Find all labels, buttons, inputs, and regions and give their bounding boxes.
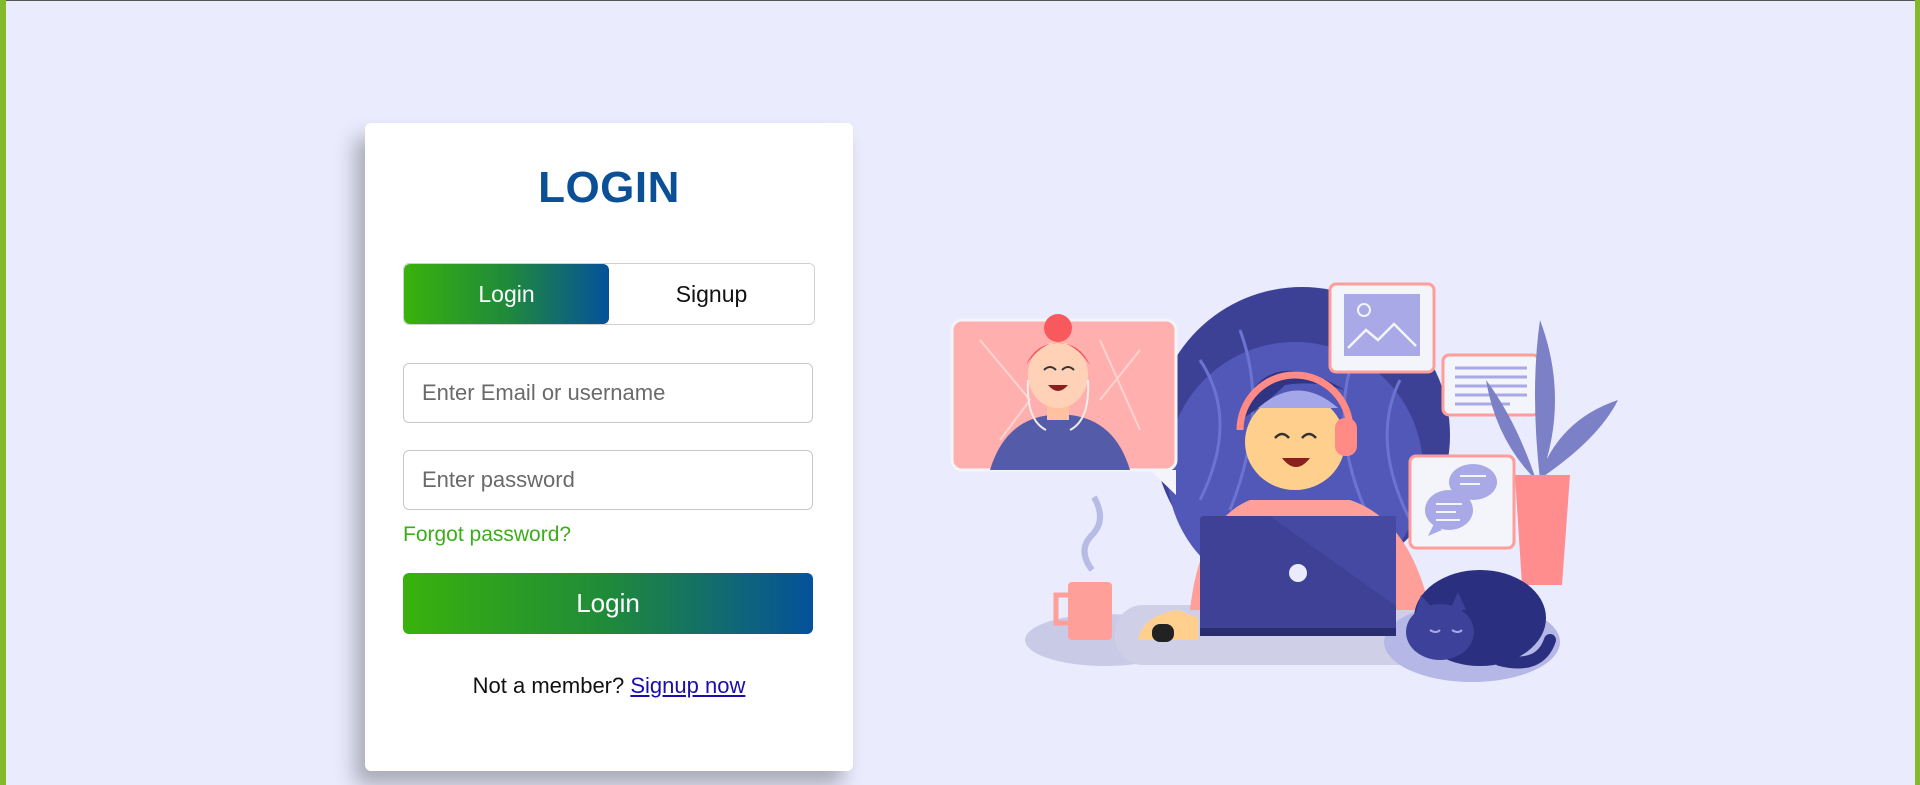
plant-pot [1515, 475, 1570, 585]
login-card: LOGIN Login Signup Forgot password? Logi… [365, 123, 853, 771]
signup-prompt: Not a member? Signup now [365, 673, 853, 699]
image-icon [1344, 294, 1420, 356]
member-prompt-text: Not a member? [472, 673, 625, 698]
right-accent-border [1915, 0, 1920, 785]
tab-login[interactable]: Login [404, 264, 609, 324]
laptop-logo [1289, 564, 1307, 582]
caller-hat-pompom [1044, 314, 1072, 342]
remote-work-illustration [950, 282, 1618, 682]
window-top-border [0, 0, 1920, 1]
forgot-password-link[interactable]: Forgot password? [403, 523, 571, 547]
email-username-input[interactable] [403, 363, 813, 423]
person-face [1245, 394, 1345, 490]
coffee-mug [1068, 582, 1112, 640]
auth-tabs: Login Signup [403, 263, 815, 325]
password-input[interactable] [403, 450, 813, 510]
signup-now-link[interactable]: Signup now [630, 673, 745, 698]
mouse [1152, 624, 1174, 642]
steam-icon [1081, 495, 1103, 572]
left-accent-border [0, 0, 6, 785]
login-submit-button[interactable]: Login [403, 573, 813, 634]
page-title: LOGIN [538, 163, 680, 212]
tab-signup[interactable]: Signup [609, 264, 814, 324]
